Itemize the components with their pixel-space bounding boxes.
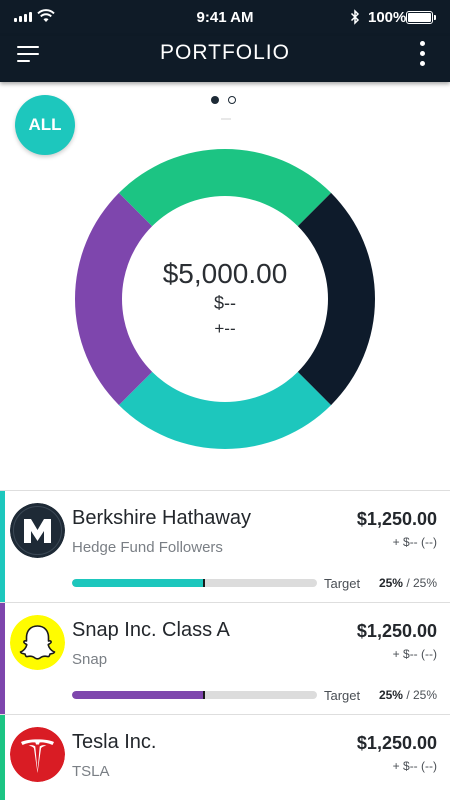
target-marker: [203, 579, 206, 587]
target-label: Target: [324, 576, 361, 591]
target-percent: / 25%: [406, 688, 437, 702]
allocation-chart-area: ALL $5,000.00 $-- +--: [0, 82, 450, 490]
current-percent: 25%: [378, 576, 403, 590]
page-dot-active[interactable]: [211, 96, 219, 104]
allocation-percent: 25% / 25%: [379, 688, 437, 702]
holding-name: Berkshire Hathaway: [72, 507, 251, 529]
holding-value: $1,250.00: [356, 733, 437, 753]
allocation-progress-fill: [72, 579, 205, 587]
holding-accent-bar: [0, 603, 5, 714]
holding-name: Snap Inc. Class A: [72, 619, 230, 641]
donut-segment-3[interactable]: [118, 149, 332, 227]
holding-change: + $-- (--): [392, 647, 437, 661]
holding-value: $1,250.00: [356, 509, 437, 529]
tesla-logo-icon: [10, 727, 65, 782]
holding-change: + $-- (--): [392, 759, 437, 773]
battery-percent: 100%: [368, 9, 407, 26]
page-title: PORTFOLIO: [160, 41, 290, 64]
snapchat-ghost-icon: [10, 615, 65, 670]
holding-subtitle: Hedge Fund Followers: [72, 539, 223, 556]
status-bar: 9:41 AM 100%: [0, 0, 450, 36]
holding-value: $1,250.00: [356, 621, 437, 641]
page-indicator[interactable]: [211, 96, 236, 104]
holding-accent-bar: [0, 715, 5, 800]
bluetooth-icon: [350, 9, 360, 25]
current-percent: 25%: [378, 688, 403, 702]
all-filter-button[interactable]: ALL: [15, 95, 75, 155]
target-percent: / 25%: [406, 576, 437, 590]
portfolio-total-value: $5,000.00: [162, 258, 288, 289]
holding-change: + $-- (--): [392, 535, 437, 549]
holding-name: Tesla Inc.: [72, 731, 157, 753]
allocation-progress-bar: [72, 691, 317, 699]
donut-segment-1[interactable]: [118, 371, 332, 449]
holding-accent-bar: [0, 491, 5, 602]
battery-icon: [406, 11, 436, 24]
allocation-percent: 25% / 25%: [379, 576, 437, 590]
m-letter-icon: [10, 503, 65, 558]
holding-row-snap[interactable]: Snap Inc. Class A Snap $1,250.00 + $-- (…: [0, 602, 450, 714]
target-marker: [203, 691, 206, 699]
divider: [221, 118, 231, 120]
holding-subtitle: TSLA: [72, 763, 110, 780]
holding-subtitle: Snap: [72, 651, 108, 668]
page-dot-inactive[interactable]: [228, 96, 236, 104]
holding-row-berkshire[interactable]: Berkshire Hathaway Hedge Fund Followers …: [0, 490, 450, 602]
portfolio-change-value: $--: [214, 293, 236, 313]
portfolio-change-percent: +--: [214, 319, 236, 338]
allocation-progress-fill: [72, 691, 205, 699]
allocation-progress-bar: [72, 579, 317, 587]
holding-row-tesla[interactable]: Tesla Inc. TSLA $1,250.00 + $-- (--): [0, 714, 450, 800]
target-label: Target: [324, 688, 361, 703]
more-options-icon[interactable]: [412, 40, 432, 68]
navigation-bar: PORTFOLIO: [0, 36, 450, 82]
